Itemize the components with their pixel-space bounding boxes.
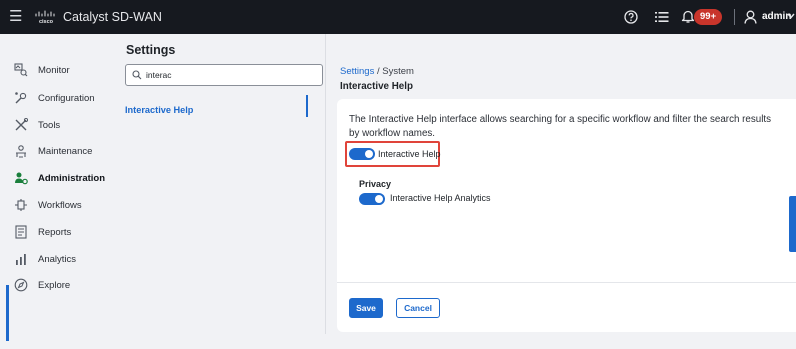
app-title: Catalyst SD-WAN [63,10,162,24]
panel-scroll-handle[interactable] [789,196,796,252]
column-divider [325,34,326,334]
privacy-title: Privacy [359,179,392,189]
explore-icon [14,278,28,292]
settings-title: Settings [126,43,176,57]
settings-search-box[interactable] [125,64,323,86]
section-title: Interactive Help [340,81,413,92]
breadcrumb-current: System [382,66,414,77]
sidebar-item-explore[interactable]: Explore [0,275,115,295]
maintenance-icon [16,145,26,158]
sidebar-item-administration[interactable]: Administration [0,168,115,188]
header-divider [734,9,735,25]
sidebar-item-workflows[interactable]: Workflows [0,195,115,215]
sidebar: Monitor Configuration Tools Maintenance … [0,34,115,349]
breadcrumb: Settings / System [340,66,414,77]
hamburger-menu-icon[interactable]: ☰ [9,9,22,25]
sidebar-item-reports[interactable]: Reports [0,222,115,242]
interactive-help-card: The Interactive Help interface allows se… [337,99,796,332]
configuration-icon [15,92,27,104]
sidebar-item-label: Monitor [38,65,70,76]
search-result-active-indicator [306,95,308,117]
sidebar-item-label: Tools [38,120,61,131]
settings-panel: Settings Interactive Help [115,34,327,349]
analytics-icon [16,254,26,265]
sidebar-item-label: Maintenance [38,146,93,157]
cisco-logo: cisco [35,10,55,25]
settings-search-input[interactable] [146,68,316,82]
sidebar-item-label: Analytics [38,254,77,265]
help-icon[interactable] [624,10,638,24]
administration-icon [15,172,28,185]
reports-icon [15,225,27,239]
toggle-knob [365,150,373,158]
tools-icon [15,118,28,131]
notification-count-badge[interactable]: 99+ [694,9,723,25]
sidebar-item-maintenance[interactable]: Maintenance [0,141,115,161]
interactive-help-analytics-toggle[interactable] [359,193,385,205]
interactive-help-toggle-label: Interactive Help [378,149,441,159]
sidebar-scroll-indicator[interactable] [6,285,9,341]
monitor-icon [14,63,28,77]
search-icon [132,70,142,80]
sidebar-item-label: Explore [38,280,71,291]
workflows-icon [15,199,27,211]
save-button[interactable]: Save [349,298,383,318]
search-result-label: Interactive Help [125,105,194,115]
notification-bell-icon[interactable] [681,9,695,24]
interactive-help-analytics-label: Interactive Help Analytics [390,193,491,203]
top-bar: ☰ cisco Catalyst SD-WAN 99+ admin [0,0,796,34]
search-result-interactive-help[interactable]: Interactive Help [125,100,193,116]
card-divider [337,282,796,283]
chevron-down-icon[interactable] [787,13,795,19]
sidebar-item-configuration[interactable]: Configuration [0,88,115,108]
toggle-knob [375,195,383,203]
sidebar-item-label: Reports [38,227,72,238]
cancel-button[interactable]: Cancel [396,298,440,318]
breadcrumb-settings-link[interactable]: Settings [340,66,374,77]
sidebar-item-tools[interactable]: Tools [0,115,115,135]
interactive-help-description: The Interactive Help interface allows se… [349,114,771,139]
sidebar-item-label: Administration [38,173,106,184]
user-icon[interactable] [744,10,757,24]
task-list-icon[interactable] [655,10,669,24]
cisco-logo-text: cisco [39,19,54,25]
interactive-help-toggle[interactable] [349,148,375,160]
sidebar-item-label: Workflows [38,200,82,211]
sidebar-item-analytics[interactable]: Analytics [0,249,115,269]
sidebar-item-monitor[interactable]: Monitor [0,60,115,80]
sidebar-item-label: Configuration [38,93,95,104]
